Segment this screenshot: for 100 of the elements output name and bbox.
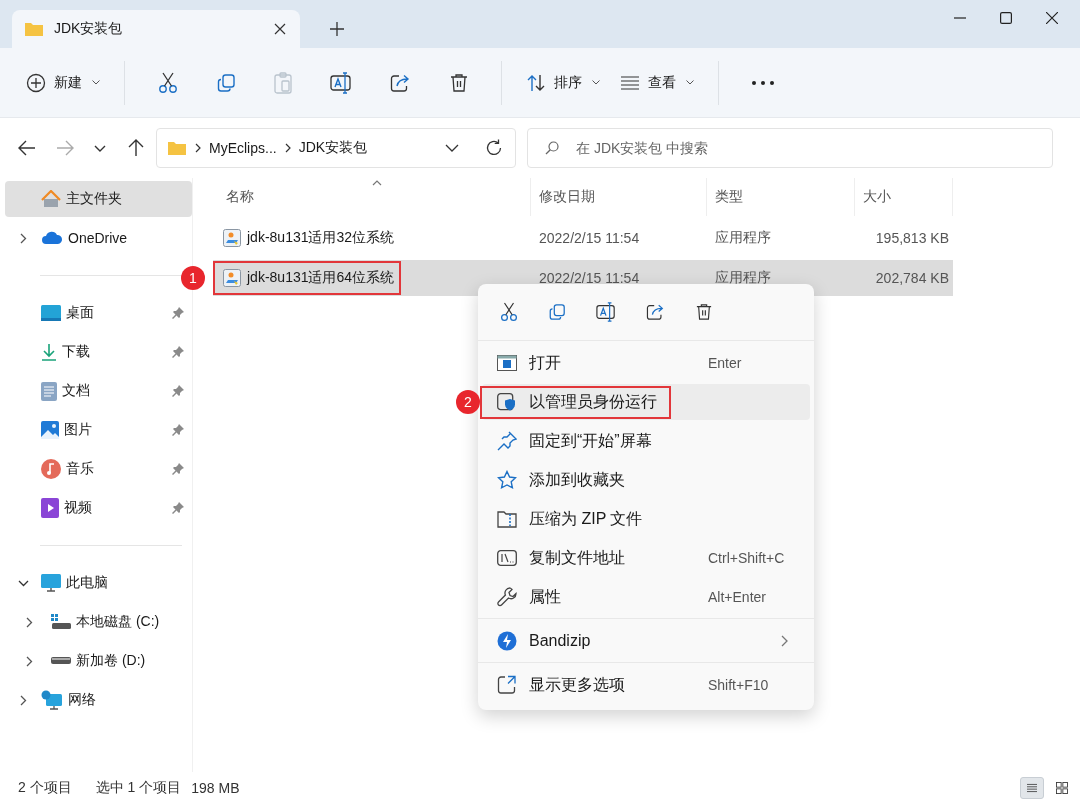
sidebar-item[interactable]: 音乐 [5, 451, 192, 487]
column-header[interactable]: 名称 [213, 178, 531, 216]
shortcut-text: Ctrl+Shift+C [708, 550, 786, 566]
menu-label: 添加到收藏夹 [529, 469, 625, 490]
sidebar-item[interactable]: 网络 [5, 682, 192, 718]
music-icon [41, 459, 61, 479]
chevron-right-icon[interactable] [19, 232, 27, 244]
menu-label: Bandizip [529, 632, 591, 650]
sidebar-item[interactable]: OneDrive [5, 220, 192, 256]
shortcut-text: Shift+F10 [708, 677, 770, 693]
menu-item[interactable]: 显示更多选项 Shift+F10 [482, 667, 810, 703]
column-header[interactable]: 类型 [707, 178, 855, 216]
table-cell-text: 202,784 KB [874, 270, 950, 286]
copy-icon[interactable] [548, 303, 566, 321]
search-icon [545, 141, 559, 155]
sidebar-item[interactable]: 本地磁盘 (C:) [5, 604, 192, 640]
menu-label: 固定到“开始”屏幕 [529, 430, 652, 451]
menu-item[interactable]: 属性 Alt+Enter [482, 579, 810, 615]
sort-button[interactable]: 排序 [516, 67, 610, 98]
view-button[interactable]: 查看 [610, 67, 704, 98]
menu-item[interactable]: 打开 Enter [482, 345, 810, 381]
path-icon [497, 550, 517, 566]
close-icon[interactable] [1046, 12, 1058, 24]
chevron-down-icon[interactable] [94, 144, 106, 152]
sidebar-item[interactable]: 视频 [5, 490, 192, 526]
details-view-button[interactable] [1020, 777, 1044, 799]
more-icon[interactable] [752, 80, 774, 85]
pin-icon[interactable] [172, 424, 184, 436]
sidebar-item[interactable]: 图片 [5, 412, 192, 448]
chevron-right-icon[interactable] [25, 655, 33, 667]
trash-icon[interactable] [450, 72, 468, 93]
pin-icon[interactable] [172, 502, 184, 514]
sidebar-item[interactable]: 下载 [5, 334, 192, 370]
pin-icon[interactable] [172, 463, 184, 475]
chevron-right-icon [284, 143, 291, 153]
desktop-icon [41, 305, 61, 321]
drive-icon [51, 614, 71, 630]
table-cell-text: 应用程序 [714, 229, 772, 247]
expand-icon [497, 675, 517, 695]
refresh-icon[interactable] [485, 139, 503, 157]
menu-item[interactable]: 复制文件地址 Ctrl+Shift+C [482, 540, 810, 576]
chevron-down-icon[interactable] [445, 144, 459, 152]
file-name: jdk-8u131适用32位系统 [247, 229, 395, 247]
file-row[interactable]: jdk-8u131适用32位系统 2022/2/15 11:54 应用程序 195,813 KB [213, 220, 953, 256]
search-field[interactable]: 在 JDK安装包 中搜索 [527, 128, 1053, 168]
rename-icon[interactable] [596, 302, 616, 322]
column-header[interactable]: 大小 [855, 178, 953, 216]
pin-icon[interactable] [172, 307, 184, 319]
menu-item[interactable]: 添加到收藏夹 [482, 462, 810, 498]
pin-icon[interactable] [172, 346, 184, 358]
menu-label: 属性 [529, 586, 561, 607]
chevron-right-icon[interactable] [19, 694, 27, 706]
file-name: jdk-8u131适用64位系统 [247, 269, 395, 287]
table-cell-text: 2022/2/15 11:54 [538, 270, 641, 286]
table-cell-text: 应用程序 [714, 269, 772, 287]
shield-icon [497, 393, 517, 411]
star-icon [497, 470, 517, 490]
sidebar-item[interactable]: 主文件夹 [5, 181, 192, 217]
breadcrumb[interactable]: MyEclips... [209, 140, 277, 156]
caret-icon [92, 80, 100, 85]
address-bar[interactable]: MyEclips... JDK安装包 [156, 128, 516, 168]
table-cell-text: 2022/2/15 11:54 [538, 230, 641, 246]
caret-icon [686, 80, 694, 85]
column-header[interactable]: 修改日期 [531, 178, 707, 216]
plus-icon[interactable] [330, 22, 344, 36]
bolt-circle-icon [497, 631, 517, 651]
cut-icon[interactable] [158, 71, 178, 94]
sidebar-item[interactable]: 此电脑 [5, 565, 192, 601]
sidebar-item[interactable]: 桌面 [5, 295, 192, 331]
close-icon[interactable] [274, 23, 286, 35]
cloud-icon [41, 231, 63, 245]
window-tab[interactable]: JDK安装包 [12, 10, 300, 48]
menu-item[interactable]: Bandizip [482, 623, 810, 659]
trash-icon[interactable] [696, 303, 712, 321]
sidebar-item[interactable]: 新加卷 (D:) [5, 643, 192, 679]
plus-circle-icon [26, 72, 46, 93]
menu-item[interactable]: 固定到“开始”屏幕 [482, 423, 810, 459]
share-icon[interactable] [646, 303, 666, 321]
breadcrumb[interactable]: JDK安装包 [298, 139, 368, 157]
pin-icon[interactable] [172, 385, 184, 397]
chevron-right-icon [195, 143, 201, 153]
chevron-down-icon[interactable] [17, 579, 29, 587]
picture-icon [41, 421, 59, 439]
menu-item[interactable]: 压缩为 ZIP 文件 [482, 501, 810, 537]
grid-icon [1056, 781, 1068, 795]
up-icon[interactable] [128, 139, 144, 157]
document-icon [41, 381, 57, 401]
status-text: 2 个项目 [18, 779, 72, 797]
copy-icon[interactable] [216, 72, 236, 93]
chevron-right-icon[interactable] [25, 616, 33, 628]
folder-icon [167, 140, 187, 156]
cut-icon[interactable] [500, 302, 518, 322]
window-icon [497, 355, 517, 371]
list-icon [1027, 782, 1037, 794]
step-badge: 2 [456, 390, 480, 414]
rename-icon[interactable] [330, 71, 352, 94]
back-icon[interactable] [18, 140, 36, 156]
maximize-icon[interactable] [1000, 12, 1012, 24]
new-button[interactable]: 新建 [16, 66, 110, 99]
sidebar-item[interactable]: 文档 [5, 373, 192, 409]
